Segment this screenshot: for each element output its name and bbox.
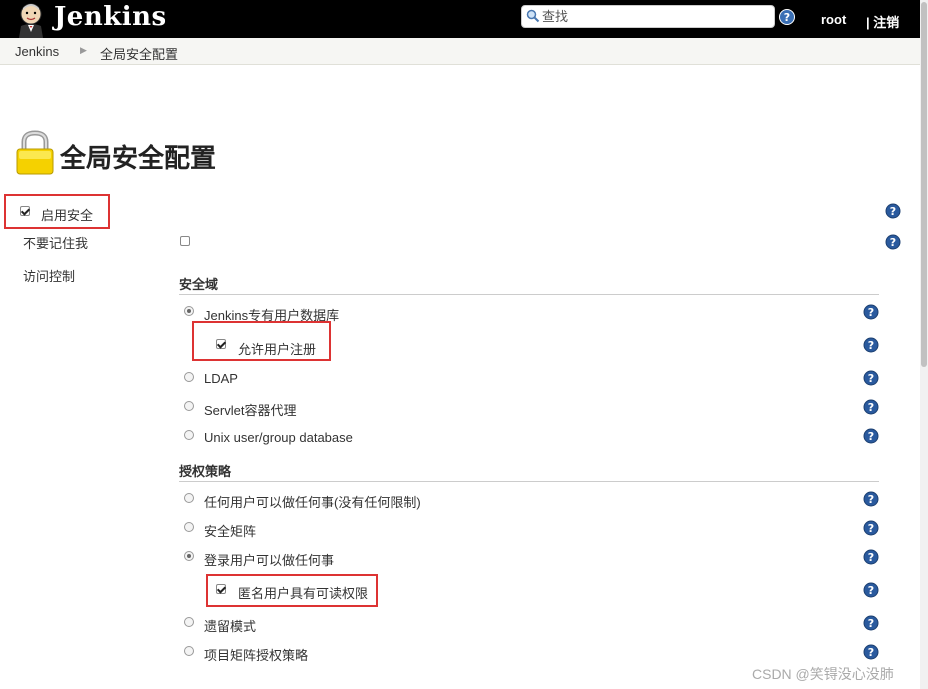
realm-radio-unix[interactable]: [184, 430, 194, 440]
svg-text:?: ?: [890, 205, 896, 218]
svg-text:?: ?: [784, 11, 790, 24]
help-icon[interactable]: ?: [885, 234, 901, 250]
help-icon[interactable]: ?: [863, 304, 879, 320]
help-icon[interactable]: ?: [863, 399, 879, 415]
auth-label-anyone: 任何用户可以做任何事(没有任何限制): [204, 495, 421, 510]
help-icon[interactable]: ?: [863, 615, 879, 631]
help-icon[interactable]: ?: [779, 9, 795, 25]
svg-text:?: ?: [868, 372, 874, 385]
svg-text:?: ?: [868, 646, 874, 659]
watermark: CSDN @笑锝没心没肺: [752, 666, 894, 682]
realm-radio-servlet[interactable]: [184, 401, 194, 411]
highlight-box-enable-security: [4, 194, 110, 229]
divider: [179, 481, 879, 482]
breadcrumb-item-global-security[interactable]: 全局安全配置: [100, 44, 178, 63]
help-icon[interactable]: ?: [863, 370, 879, 386]
realm-label-servlet: Servlet容器代理: [204, 403, 297, 418]
dont-remember-label: 不要记住我: [23, 236, 89, 251]
svg-text:?: ?: [890, 236, 896, 249]
realm-radio-ldap[interactable]: [184, 372, 194, 382]
realm-radio-jenkins-db[interactable]: [184, 306, 194, 316]
highlight-box-allow-signup: [192, 321, 331, 361]
dont-remember-checkbox[interactable]: [180, 236, 190, 246]
auth-label-logged-in: 登录用户可以做任何事: [204, 553, 335, 568]
search-box[interactable]: [521, 5, 775, 28]
breadcrumb: Jenkins ▶ 全局安全配置: [0, 38, 920, 65]
svg-text:?: ?: [868, 401, 874, 414]
help-icon[interactable]: ?: [863, 491, 879, 507]
jenkins-butler-logo[interactable]: [14, 2, 48, 38]
help-icon[interactable]: ?: [863, 582, 879, 598]
help-icon[interactable]: ?: [863, 337, 879, 353]
svg-text:?: ?: [868, 430, 874, 443]
auth-radio-legacy[interactable]: [184, 617, 194, 627]
brand-title[interactable]: Jenkins: [54, 2, 167, 32]
svg-text:?: ?: [868, 306, 874, 319]
auth-label-matrix: 安全矩阵: [204, 524, 257, 539]
page-title: 全局安全配置: [60, 143, 217, 173]
access-control-label: 访问控制: [23, 269, 76, 284]
authorization-heading: 授权策略: [179, 464, 232, 479]
auth-radio-logged-in[interactable]: [184, 551, 194, 561]
svg-text:?: ?: [868, 584, 874, 597]
svg-text:?: ?: [868, 339, 874, 352]
auth-label-project-matrix: 项目矩阵授权策略: [204, 648, 309, 663]
svg-text:?: ?: [868, 551, 874, 564]
auth-radio-matrix[interactable]: [184, 522, 194, 532]
top-bar: Jenkins ? root | 注销: [0, 0, 920, 38]
highlight-box-anonymous-read: [206, 574, 378, 607]
auth-radio-anyone[interactable]: [184, 493, 194, 503]
svg-text:?: ?: [868, 522, 874, 535]
lock-icon: [16, 130, 54, 175]
svg-text:?: ?: [868, 493, 874, 506]
help-icon[interactable]: ?: [863, 549, 879, 565]
divider: [179, 294, 879, 295]
breadcrumb-item-jenkins[interactable]: Jenkins: [15, 44, 59, 59]
help-icon[interactable]: ?: [863, 520, 879, 536]
auth-label-legacy: 遗留模式: [204, 619, 257, 634]
user-link[interactable]: root: [821, 12, 846, 27]
svg-text:?: ?: [868, 617, 874, 630]
realm-label-unix: Unix user/group database: [204, 430, 353, 445]
help-icon[interactable]: ?: [863, 644, 879, 660]
logout-link[interactable]: | 注销: [866, 12, 899, 31]
help-icon[interactable]: ?: [885, 203, 901, 219]
help-icon[interactable]: ?: [863, 428, 879, 444]
search-input[interactable]: [542, 7, 770, 25]
search-icon: [526, 9, 540, 23]
breadcrumb-arrow-icon: ▶: [80, 45, 87, 55]
scrollbar-thumb[interactable]: [921, 2, 927, 367]
realm-label-ldap: LDAP: [204, 371, 238, 386]
security-realm-heading: 安全域: [179, 277, 219, 292]
auth-radio-project-matrix[interactable]: [184, 646, 194, 656]
